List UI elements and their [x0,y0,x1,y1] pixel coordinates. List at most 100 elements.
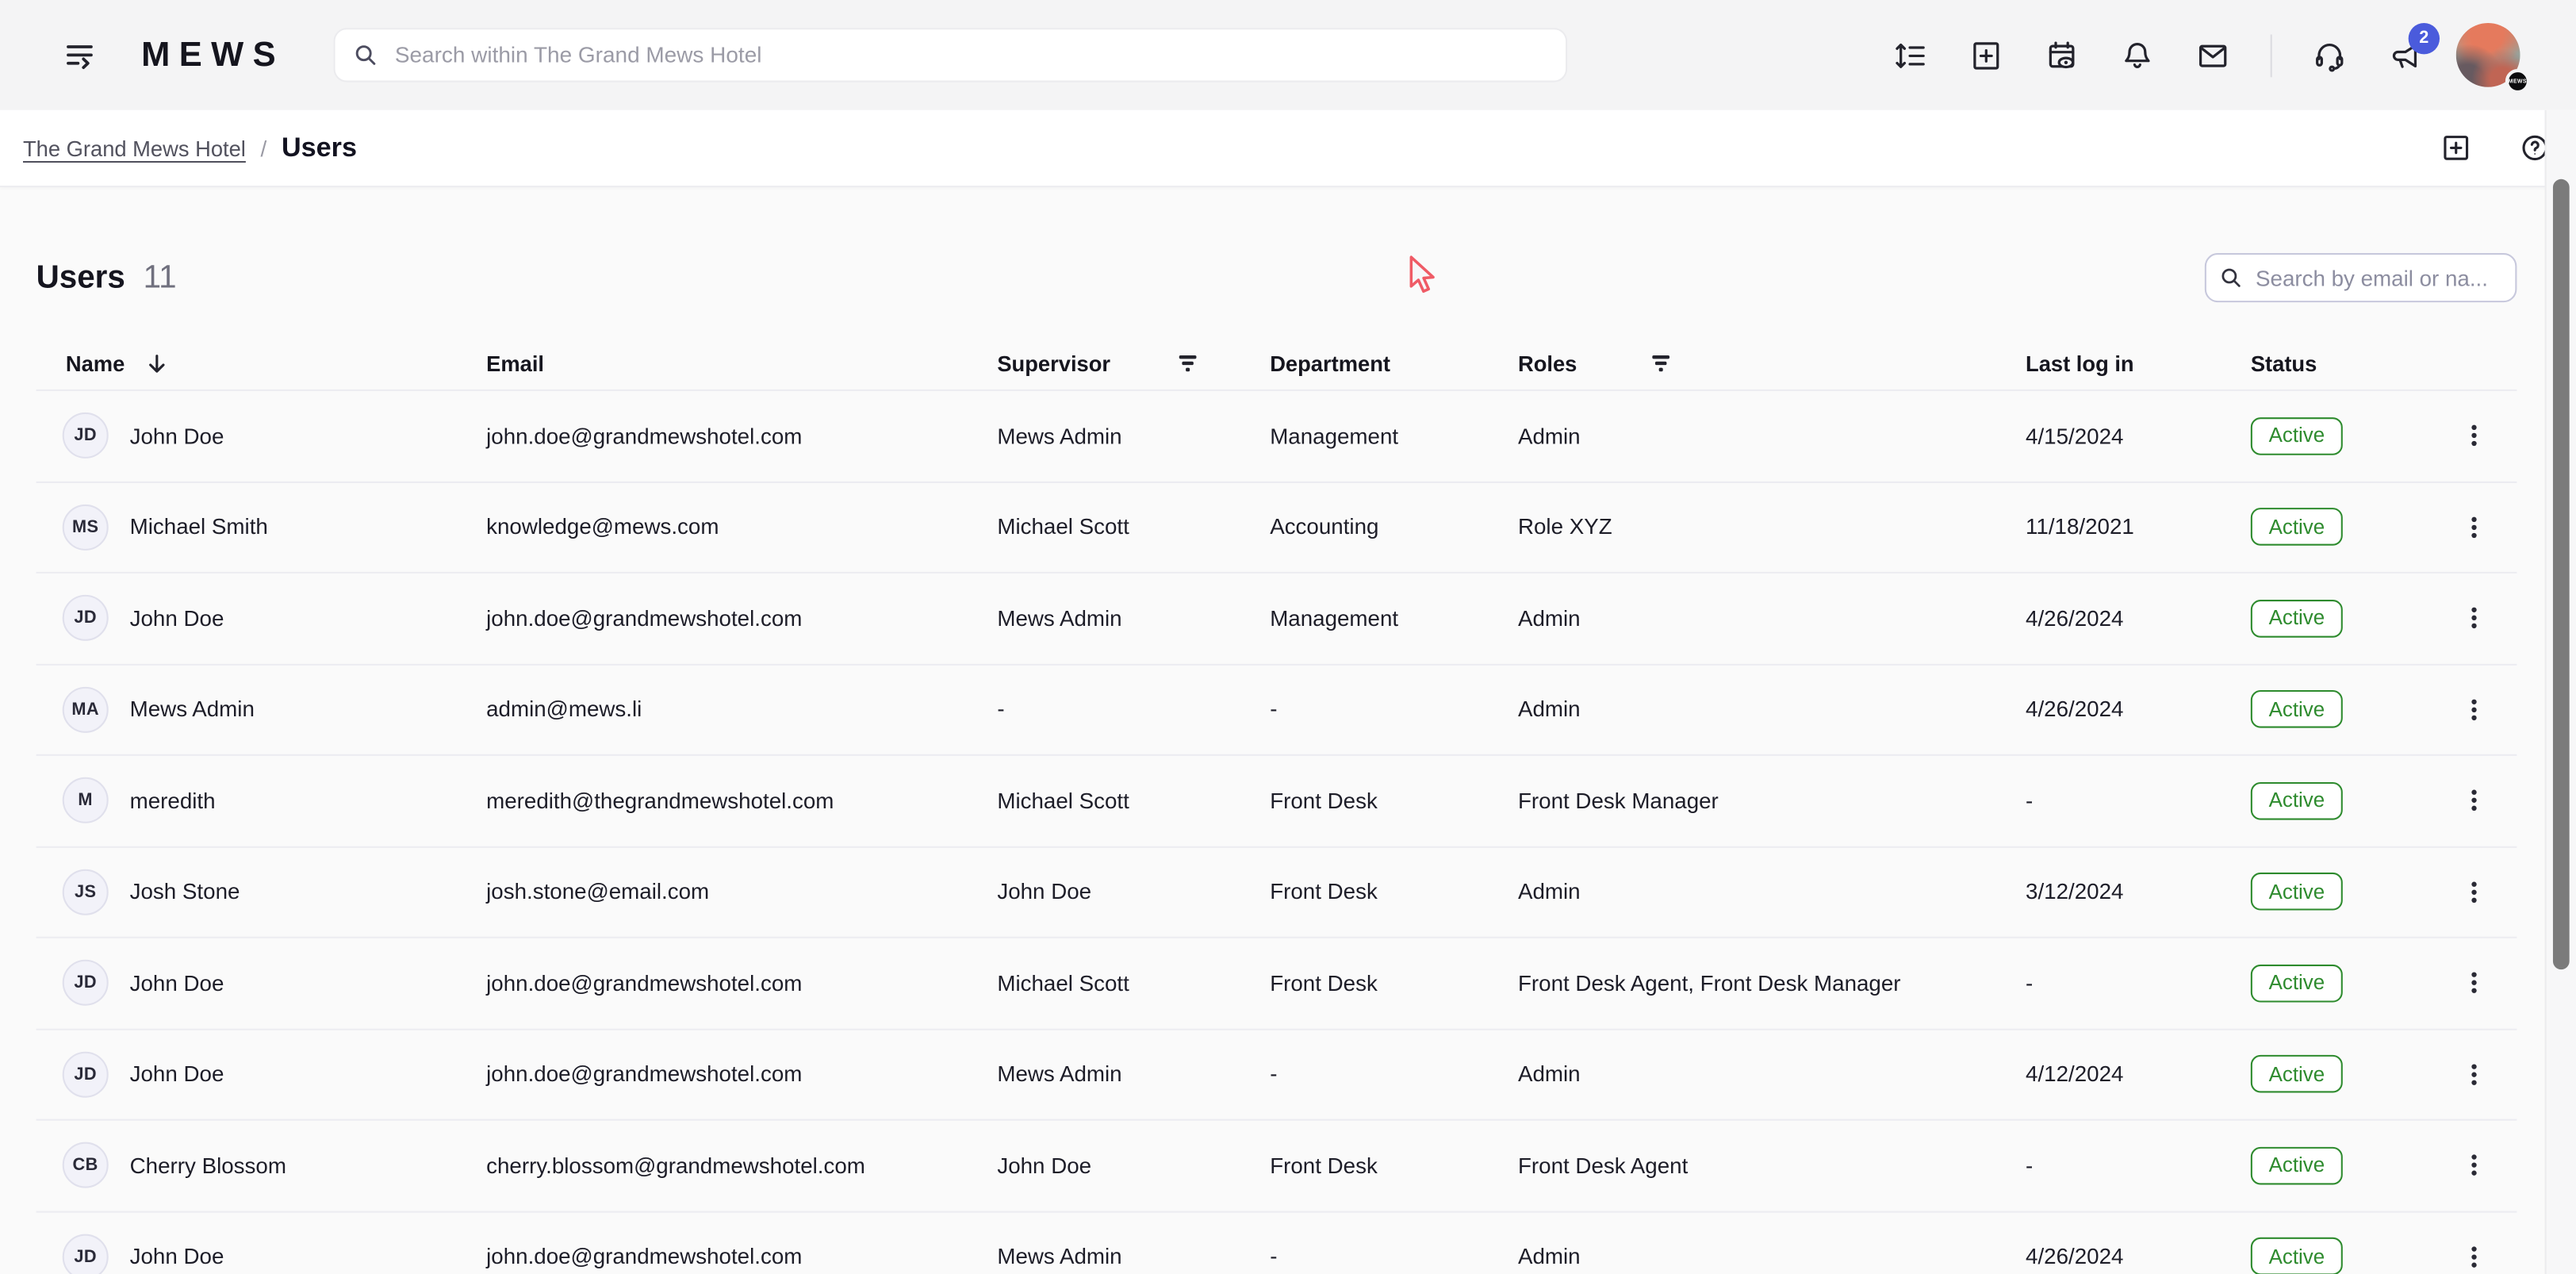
user-email: john.doe@grandmewshotel.com [486,971,997,996]
user-name: Josh Stone [130,880,240,904]
status-badge: Active [2251,600,2343,638]
user-roles: Admin [1518,606,2026,631]
column-label: Status [2251,351,2317,375]
column-header-department[interactable]: Department [1270,351,1518,375]
status-badge: Active [2251,1146,2343,1184]
user-roles: Admin [1518,1062,2026,1087]
row-actions-kebab-icon[interactable] [2455,689,2494,729]
table-row[interactable]: M meredith meredith@thegrandmewshotel.co… [36,756,2517,847]
users-page: Users 11 Name [0,253,2576,1274]
column-header-roles[interactable]: Roles [1518,351,2026,375]
support-headset-icon[interactable] [2311,37,2348,74]
table-row[interactable]: JD John Doe john.doe@grandmewshotel.com … [36,391,2517,482]
mews-logo: MEWS [141,36,285,75]
user-name: John Doe [130,606,224,631]
global-search-input[interactable] [334,28,1568,82]
column-label: Name [66,351,125,375]
user-name: John Doe [130,1062,224,1087]
table-row[interactable]: JD John Doe john.doe@grandmewshotel.com … [36,1030,2517,1121]
avatar: MS [63,504,109,550]
row-actions-kebab-icon[interactable] [2455,1145,2494,1185]
user-department: Front Desk [1270,1153,1518,1178]
table-row[interactable]: CB Cherry Blossom cherry.blossom@grandme… [36,1121,2517,1212]
user-name: meredith [130,789,216,813]
notifications-bell-icon[interactable] [2119,37,2156,74]
column-label: Department [1270,351,1390,375]
row-actions-kebab-icon[interactable] [2455,872,2494,911]
table-row[interactable]: JS Josh Stone josh.stone@email.com John … [36,847,2517,938]
messages-mail-icon[interactable] [2195,37,2231,74]
user-email: knowledge@mews.com [486,515,997,539]
row-actions-kebab-icon[interactable] [2455,416,2494,456]
table-search-input[interactable] [2205,253,2517,302]
row-actions-kebab-icon[interactable] [2455,1054,2494,1094]
table-header-row: Name Email Supervisor [36,337,2517,391]
breadcrumb-current: Users [282,132,357,163]
user-last-login: 4/26/2024 [2026,697,2251,722]
filter-icon[interactable] [1176,351,1199,374]
column-header-supervisor[interactable]: Supervisor [997,351,1270,375]
breadcrumb-separator: / [261,136,267,160]
whats-new-count-badge: 2 [2409,22,2440,53]
user-supervisor: John Doe [997,1153,1270,1178]
status-badge: Active [2251,417,2343,455]
avatar: JD [63,1051,109,1097]
status-badge: Active [2251,964,2343,1002]
whats-new-megaphone-icon[interactable]: 2 [2387,37,2424,74]
add-to-dashboard-icon[interactable] [2440,132,2472,164]
avatar: CB [63,1142,109,1188]
column-header-last-log-in[interactable]: Last log in [2026,351,2251,375]
row-actions-kebab-icon[interactable] [2455,781,2494,820]
user-name: Michael Smith [130,515,268,539]
table-row[interactable]: JD John Doe john.doe@grandmewshotel.com … [36,1212,2517,1274]
user-department: - [1270,1245,1518,1269]
user-department: Front Desk [1270,971,1518,996]
user-name: John Doe [130,1245,224,1269]
sidebar-expand-icon[interactable] [63,36,102,75]
user-department: Accounting [1270,515,1518,539]
user-roles: Role XYZ [1518,515,2026,539]
column-label: Roles [1518,351,1577,375]
user-email: meredith@thegrandmewshotel.com [486,789,997,813]
sort-descending-icon[interactable] [144,351,169,375]
breadcrumb-hotel-link[interactable]: The Grand Mews Hotel [23,136,246,160]
table-row[interactable]: JD John Doe john.doe@grandmewshotel.com … [36,938,2517,1030]
status-badge: Active [2251,1238,2343,1274]
column-header-name[interactable]: Name [36,351,487,375]
global-search [334,28,1568,82]
top-bar: MEWS [0,0,2576,110]
user-name: Cherry Blossom [130,1153,286,1178]
filter-icon[interactable] [1650,351,1673,374]
user-name: Mews Admin [130,697,255,722]
table-row[interactable]: MS Michael Smith knowledge@mews.com Mich… [36,482,2517,574]
column-header-status[interactable]: Status [2251,351,2432,375]
row-height-icon[interactable] [1892,37,1929,74]
user-roles: Admin [1518,880,2026,904]
column-label: Supervisor [997,351,1110,375]
row-actions-kebab-icon[interactable] [2455,1237,2494,1274]
user-email: john.doe@grandmewshotel.com [486,1062,997,1087]
table-row[interactable]: JD John Doe john.doe@grandmewshotel.com … [36,574,2517,665]
user-roles: Front Desk Agent [1518,1153,2026,1178]
availability-calendar-icon[interactable] [2044,37,2080,74]
scrollbar-thumb[interactable] [2553,179,2570,969]
row-actions-kebab-icon[interactable] [2455,599,2494,639]
user-last-login: 11/18/2021 [2026,515,2251,539]
user-department: Management [1270,424,1518,448]
user-supervisor: Michael Scott [997,515,1270,539]
user-supervisor: Mews Admin [997,424,1270,448]
row-actions-kebab-icon[interactable] [2455,963,2494,1003]
user-last-login: - [2026,1153,2251,1178]
scrollbar-track[interactable] [2545,110,2576,1274]
user-email: cherry.blossom@grandmewshotel.com [486,1153,997,1178]
row-actions-kebab-icon[interactable] [2455,508,2494,547]
add-reservation-icon[interactable] [1968,37,2005,74]
column-header-email[interactable]: Email [486,351,997,375]
user-last-login: 4/12/2024 [2026,1062,2251,1087]
user-last-login: 4/15/2024 [2026,424,2251,448]
user-department: Front Desk [1270,880,1518,904]
user-roles: Front Desk Manager [1518,789,2026,813]
user-avatar[interactable]: MEWS [2456,23,2520,87]
table-row[interactable]: MA Mews Admin admin@mews.li - - Admin 4/… [36,665,2517,756]
table-search [2205,253,2517,302]
